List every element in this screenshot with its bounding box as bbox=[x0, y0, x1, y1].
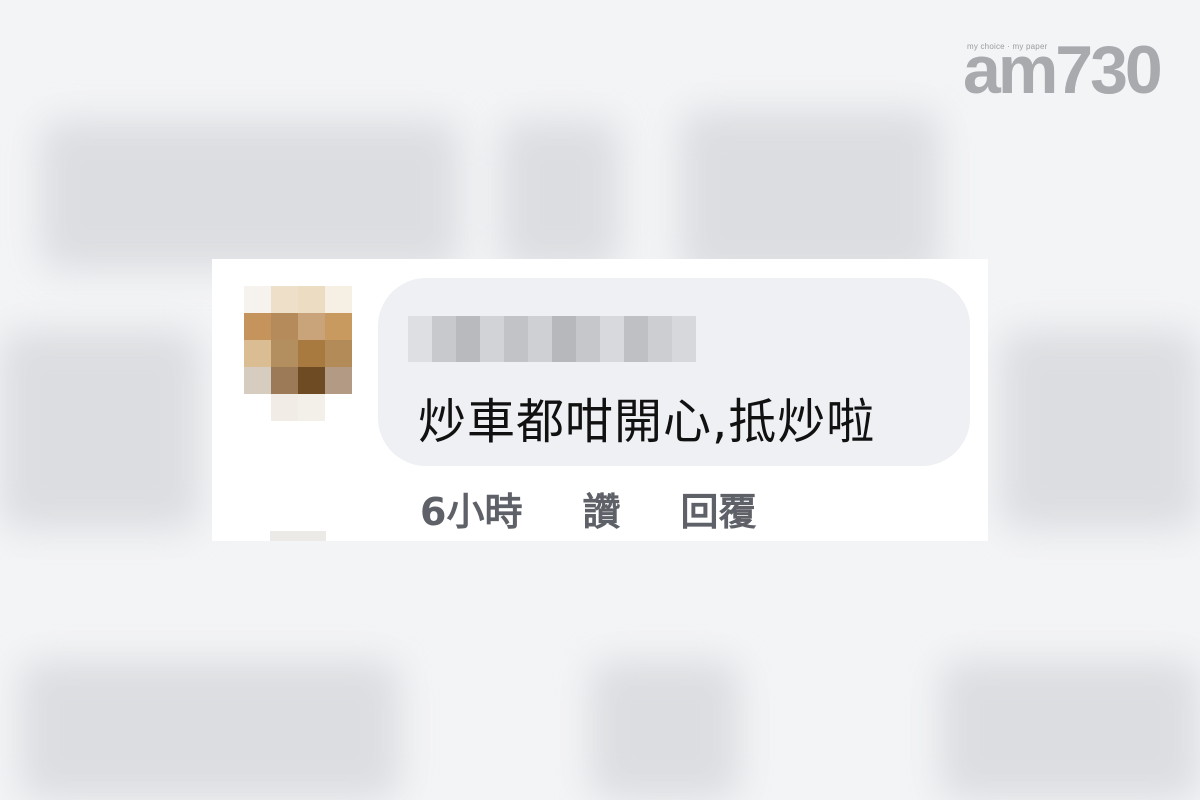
am730-logo: my choice · my paper am730 bbox=[963, 32, 1163, 112]
comment-text: 炒車都咁開心,抵炒啦 bbox=[418, 394, 876, 450]
blurred-background-row bbox=[680, 110, 940, 280]
comment-actions: 6小時 讚 回覆 bbox=[420, 481, 756, 536]
comment-bubble: 炒車都咁開心,抵炒啦 bbox=[378, 278, 970, 466]
blurred-background-row bbox=[500, 120, 620, 270]
blurred-background-row bbox=[940, 660, 1200, 800]
logo-mark: am730 bbox=[963, 32, 1163, 108]
comment-card: 炒車都咁開心,抵炒啦 6小時 讚 回覆 bbox=[212, 259, 988, 541]
avatar[interactable] bbox=[244, 286, 352, 424]
like-button[interactable]: 讚 bbox=[582, 481, 620, 536]
comment-timestamp[interactable]: 6小時 bbox=[420, 481, 522, 536]
blurred-background-row bbox=[20, 660, 400, 800]
blurred-background-row bbox=[40, 120, 460, 270]
next-comment-avatar-partial bbox=[270, 531, 326, 541]
blurred-background-row bbox=[0, 330, 200, 530]
commenter-name-pixelated[interactable] bbox=[408, 316, 696, 362]
reply-button[interactable]: 回覆 bbox=[680, 481, 756, 536]
blurred-background-row bbox=[1000, 330, 1200, 530]
blurred-background-row bbox=[590, 660, 740, 800]
screenshot-stage: my choice · my paper am730 炒車都咁開心,抵炒啦 6小… bbox=[0, 0, 1200, 800]
